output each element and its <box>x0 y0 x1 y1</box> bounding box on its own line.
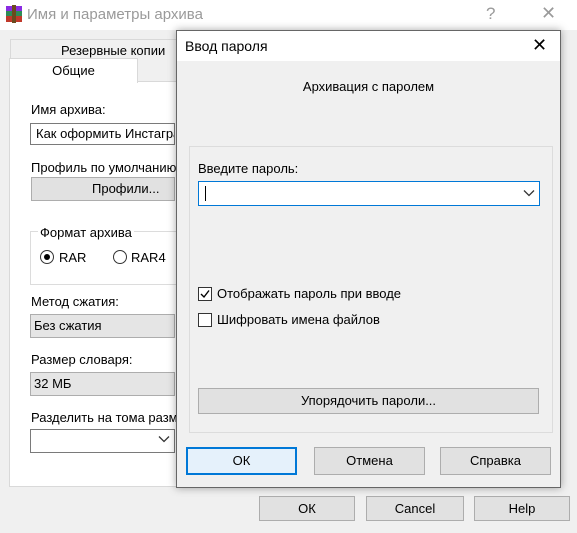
profiles-button[interactable]: Профили... <box>31 177 175 201</box>
chevron-down-icon[interactable] <box>158 433 170 445</box>
ok-button[interactable]: ОК <box>186 447 297 475</box>
compression-method-label: Метод сжатия: <box>31 294 119 309</box>
help-button[interactable]: Help <box>474 496 570 521</box>
archive-name-input[interactable]: Как оформить Инстагра <box>30 123 175 145</box>
cancel-button[interactable]: Отмена <box>314 447 425 475</box>
show-password-label[interactable]: Отображать пароль при вводе <box>217 286 401 301</box>
archive-name-label: Имя архива: <box>31 102 106 117</box>
radio-rar-label: RAR <box>59 250 87 265</box>
encrypt-filenames-label[interactable]: Шифровать имена файлов <box>217 312 380 327</box>
dictionary-size-label: Размер словаря: <box>31 352 133 367</box>
split-volumes-combo[interactable] <box>30 429 175 453</box>
tab-general[interactable]: Общие <box>9 58 138 83</box>
cancel-button[interactable]: Cancel <box>366 496 464 521</box>
encrypt-filenames-checkbox[interactable] <box>198 313 212 327</box>
compression-method-select[interactable]: Без сжатия <box>30 314 175 338</box>
radio-rar4[interactable] <box>113 250 127 264</box>
dictionary-size-select[interactable]: 32 МБ <box>30 372 175 396</box>
help-icon[interactable]: ? <box>486 4 495 24</box>
split-volumes-label: Разделить на тома разме <box>31 410 185 425</box>
radio-selected-dot <box>44 254 50 260</box>
text-caret <box>205 186 206 201</box>
close-icon[interactable]: ✕ <box>541 3 556 24</box>
chevron-down-icon[interactable] <box>523 187 535 199</box>
password-dialog-title: Ввод пароля <box>185 38 268 54</box>
archive-format-label: Формат архива <box>38 225 134 240</box>
archive-dialog-title: Имя и параметры архива <box>27 6 203 23</box>
organize-passwords-button[interactable]: Упорядочить пароли... <box>198 388 539 414</box>
help-button[interactable]: Справка <box>440 447 551 475</box>
password-dialog: Ввод пароля ✕ Архивация с паролем Введит… <box>176 30 561 488</box>
default-profile-label: Профиль по умолчанию <box>31 160 177 175</box>
winrar-icon <box>6 5 22 23</box>
password-dialog-subtitle: Архивация с паролем <box>302 79 435 94</box>
password-input[interactable] <box>198 181 540 206</box>
close-icon[interactable]: ✕ <box>532 35 547 56</box>
radio-rar4-label: RAR4 <box>131 250 166 265</box>
ok-button[interactable]: ОК <box>259 496 355 521</box>
checkmark-icon <box>200 290 210 299</box>
radio-rar[interactable] <box>40 250 54 264</box>
password-label: Введите пароль: <box>198 161 299 176</box>
show-password-checkbox[interactable] <box>198 287 212 301</box>
